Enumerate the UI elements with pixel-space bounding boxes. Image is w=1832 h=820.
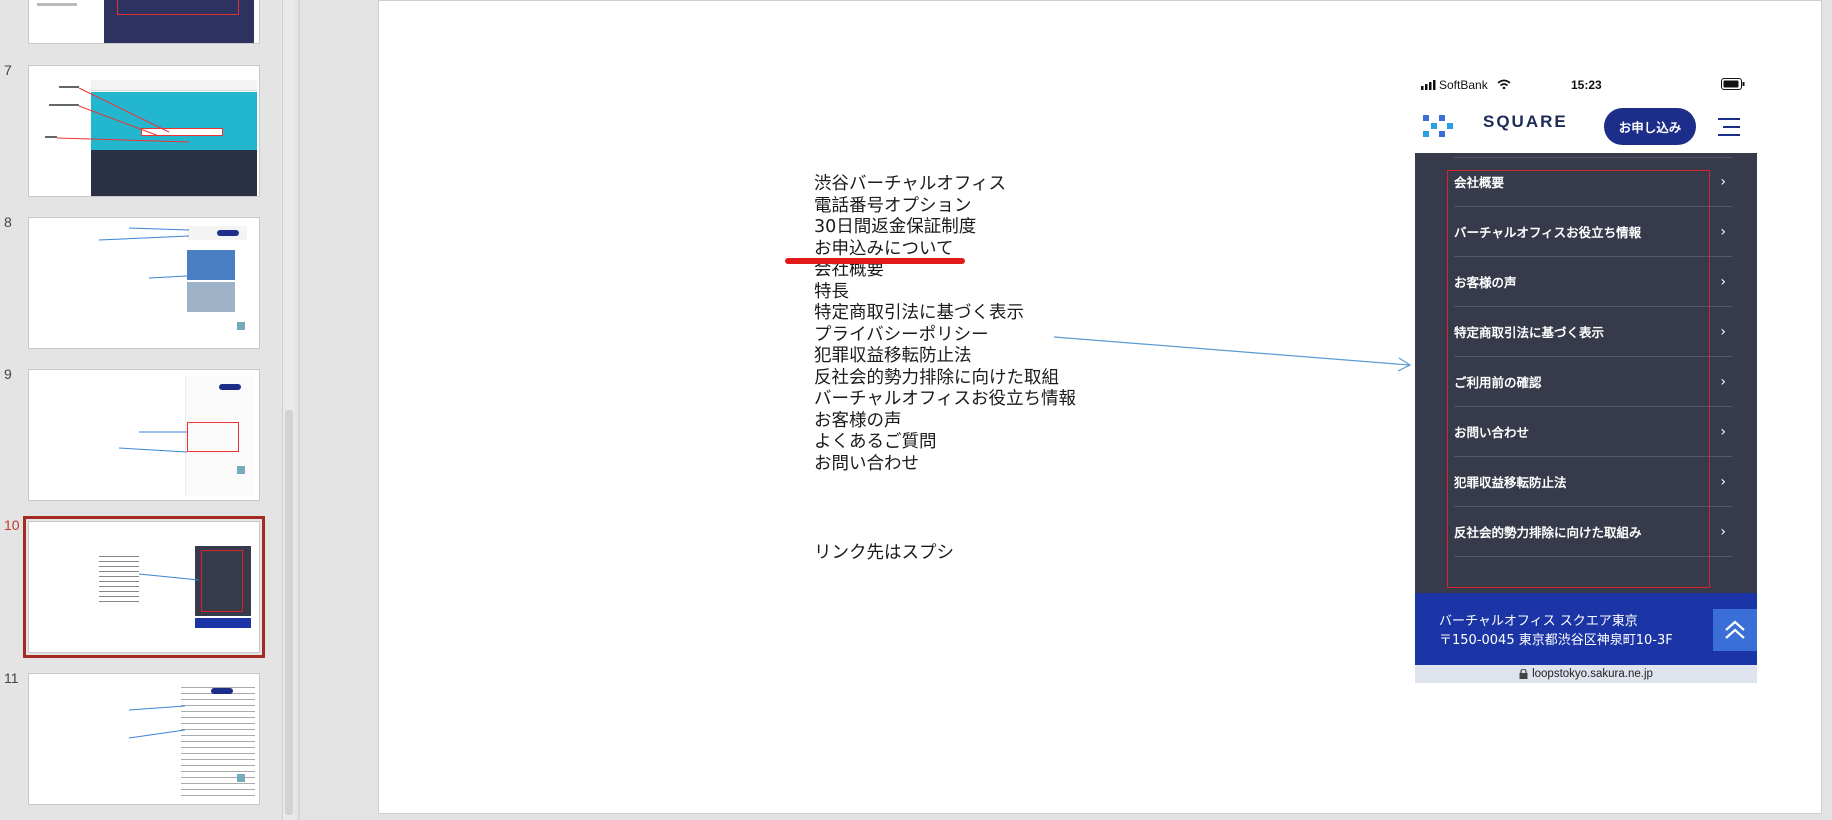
chevron-right-icon: › [1720,523,1726,540]
scroll-to-top-button[interactable] [1713,609,1757,651]
chevron-right-icon: › [1720,323,1726,340]
chevron-right-icon: › [1720,223,1726,240]
slide-thumbnail-11[interactable] [28,673,260,805]
red-highlight-box [1447,170,1710,588]
chevron-right-icon: › [1720,423,1726,440]
slide-thumbnail-6[interactable] [28,0,260,44]
chevron-right-icon: › [1720,273,1726,290]
slide-thumbnail-10-selected[interactable] [23,516,265,658]
chevron-right-icon: › [1720,373,1726,390]
thumbnail-scrollbar[interactable] [282,0,295,820]
scrollbar-thumb[interactable] [285,410,293,815]
lock-icon [1519,669,1528,679]
slide-thumbnail-panel: 7 8 9 10 11 [0,0,300,820]
site-header: SQUARE お申し込み [1415,99,1757,153]
site-logo[interactable]: SQUARE [1483,112,1568,132]
carrier-label: SoftBank [1439,78,1488,92]
battery-icon [1721,78,1745,90]
apply-button[interactable]: お申し込み [1604,108,1696,145]
site-footer: バーチャルオフィス スクエア東京 〒150-0045 東京都渋谷区神泉町10-3… [1415,593,1757,665]
phone-status-bar: SoftBank 15:23 [1415,71,1757,99]
square-logo-icon [1423,115,1453,137]
footer-address: 〒150-0045 東京都渋谷区神泉町10-3F [1439,633,1673,648]
hamburger-menu-icon[interactable] [1718,118,1740,136]
footer-company-name: バーチャルオフィス スクエア東京 [1439,614,1638,629]
browser-url-bar[interactable]: loopstokyo.sakura.ne.jp [1415,665,1757,683]
clock-time: 15:23 [1571,78,1602,92]
chevron-right-icon: › [1720,473,1726,490]
wifi-icon [1497,79,1511,89]
phone-screenshot: SoftBank 15:23 SQUARE お申し込み 会社概要 › バーチャル… [1415,71,1757,683]
chevron-right-icon: › [1720,173,1726,190]
slide-canvas[interactable]: 渋谷バーチャルオフィス 電話番号オプション 30日間返金保証制度 お申込みについ… [378,0,1822,814]
slide-number-7: 7 [4,62,12,78]
slide-thumbnail-9[interactable] [28,369,260,501]
double-chevron-up-icon [1725,620,1745,639]
slide-number-11: 11 [4,670,19,686]
signal-icon [1421,80,1436,90]
panel-divider[interactable] [298,0,300,820]
site-nav-menu: 会社概要 › バーチャルオフィスお役立ち情報 › お客様の声 › 特定商取引法に基づく… [1415,153,1757,593]
slide-thumbnail-8[interactable] [28,217,260,349]
slide-number-9: 9 [4,366,12,382]
slide-thumbnail-7[interactable] [28,65,260,197]
slide-number-10: 10 [4,517,20,533]
slide-number-8: 8 [4,214,12,230]
url-text: loopstokyo.sakura.ne.jp [1532,668,1653,680]
